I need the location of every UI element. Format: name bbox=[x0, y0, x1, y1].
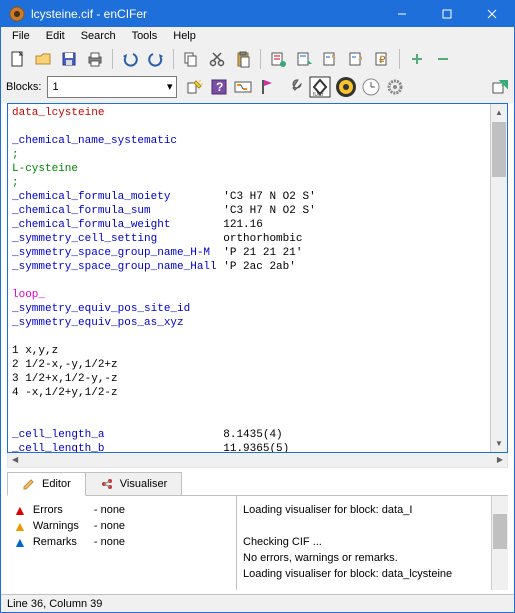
editor-vertical-scrollbar[interactable]: ▲ ▼ bbox=[490, 104, 507, 452]
editor-area[interactable]: data_lcysteine _chemical_name_systematic… bbox=[7, 103, 508, 453]
chevron-down-icon: ▾ bbox=[167, 80, 173, 93]
export-icon[interactable] bbox=[489, 77, 509, 97]
minus-icon[interactable] bbox=[432, 48, 454, 70]
tool-icon-2[interactable] bbox=[293, 48, 315, 70]
scroll-right-icon[interactable]: ▶ bbox=[497, 455, 503, 464]
scroll-thumb[interactable] bbox=[492, 122, 506, 177]
print-icon[interactable] bbox=[84, 48, 106, 70]
window-title: lcysteine.cif - enCIFer bbox=[31, 7, 379, 21]
scroll-up-icon[interactable]: ▲ bbox=[491, 104, 507, 121]
editor-horizontal-scrollbar[interactable]: ◀ ▶ bbox=[7, 453, 508, 468]
blocks-toolbar: Blocks: 1 ▾ ? IUCr bbox=[1, 73, 514, 103]
bottom-tabs: Editor Visualiser bbox=[7, 472, 508, 496]
help-book-icon[interactable]: ? bbox=[209, 77, 229, 97]
warning-triangle-icon: ▲ bbox=[13, 521, 27, 531]
menu-tools[interactable]: Tools bbox=[125, 28, 165, 44]
flag-icon[interactable] bbox=[257, 77, 277, 97]
open-file-icon[interactable] bbox=[32, 48, 54, 70]
main-toolbar: ₽ bbox=[1, 45, 514, 73]
maximize-button[interactable] bbox=[424, 1, 469, 27]
app-icon bbox=[9, 6, 25, 22]
tool-icon-1[interactable] bbox=[267, 48, 289, 70]
svg-text:₽: ₽ bbox=[379, 55, 386, 66]
cut-icon[interactable] bbox=[206, 48, 228, 70]
loop-icon[interactable] bbox=[233, 77, 253, 97]
blocks-label: Blocks: bbox=[6, 81, 41, 93]
tab-editor[interactable]: Editor bbox=[7, 472, 86, 496]
menu-help[interactable]: Help bbox=[166, 28, 203, 44]
status-bar: Line 36, Column 39 bbox=[1, 594, 514, 612]
menu-bar: File Edit Search Tools Help bbox=[1, 27, 514, 44]
wizard-icon[interactable] bbox=[185, 77, 205, 97]
undo-icon[interactable] bbox=[119, 48, 141, 70]
tool-icon-3[interactable] bbox=[319, 48, 341, 70]
wrench-icon[interactable] bbox=[285, 77, 305, 97]
error-triangle-icon: ▲ bbox=[13, 505, 27, 515]
plus-icon[interactable] bbox=[406, 48, 428, 70]
redo-icon[interactable] bbox=[145, 48, 167, 70]
paste-icon[interactable] bbox=[232, 48, 254, 70]
close-button[interactable] bbox=[469, 1, 514, 27]
scroll-left-icon[interactable]: ◀ bbox=[12, 455, 18, 464]
scroll-down-icon[interactable]: ▼ bbox=[491, 435, 507, 452]
menu-search[interactable]: Search bbox=[74, 28, 123, 44]
tab-visualiser[interactable]: Visualiser bbox=[86, 472, 183, 496]
svg-text:?: ? bbox=[216, 80, 223, 94]
iucr-icon[interactable]: IUCr bbox=[309, 76, 331, 98]
save-icon[interactable] bbox=[58, 48, 80, 70]
editor-content[interactable]: data_lcysteine _chemical_name_systematic… bbox=[8, 104, 490, 452]
new-file-icon[interactable] bbox=[6, 48, 28, 70]
pencil-icon bbox=[22, 477, 36, 491]
log-panel: Loading visualiser for block: data_I Che… bbox=[237, 496, 508, 591]
bottom-panels: ▲ Errors - none ▲ Warnings - none ▲ Rema… bbox=[7, 495, 508, 591]
minimize-button[interactable] bbox=[379, 1, 424, 27]
menu-file[interactable]: File bbox=[5, 28, 37, 44]
errors-panel: ▲ Errors - none ▲ Warnings - none ▲ Rema… bbox=[7, 496, 237, 591]
remark-triangle-icon: ▲ bbox=[13, 537, 27, 547]
tool-icon-5[interactable]: ₽ bbox=[371, 48, 393, 70]
warnings-row[interactable]: ▲ Warnings - none bbox=[13, 520, 230, 532]
log-content[interactable]: Loading visualiser for block: data_I Che… bbox=[237, 496, 491, 591]
title-bar: lcysteine.cif - enCIFer bbox=[1, 1, 514, 27]
clock-icon[interactable] bbox=[361, 77, 381, 97]
errors-row[interactable]: ▲ Errors - none bbox=[13, 504, 230, 516]
cursor-position: Line 36, Column 39 bbox=[7, 598, 102, 610]
copy-icon[interactable] bbox=[180, 48, 202, 70]
remarks-row[interactable]: ▲ Remarks - none bbox=[13, 536, 230, 548]
molecule-icon bbox=[100, 477, 114, 491]
gear-icon[interactable] bbox=[385, 77, 405, 97]
blocks-select[interactable]: 1 ▾ bbox=[47, 76, 177, 98]
log-scrollbar[interactable] bbox=[491, 496, 508, 591]
svg-text:IUCr: IUCr bbox=[313, 92, 324, 98]
target-icon[interactable] bbox=[335, 76, 357, 98]
log-scroll-thumb[interactable] bbox=[493, 514, 507, 549]
menu-edit[interactable]: Edit bbox=[39, 28, 72, 44]
tool-icon-4[interactable] bbox=[345, 48, 367, 70]
